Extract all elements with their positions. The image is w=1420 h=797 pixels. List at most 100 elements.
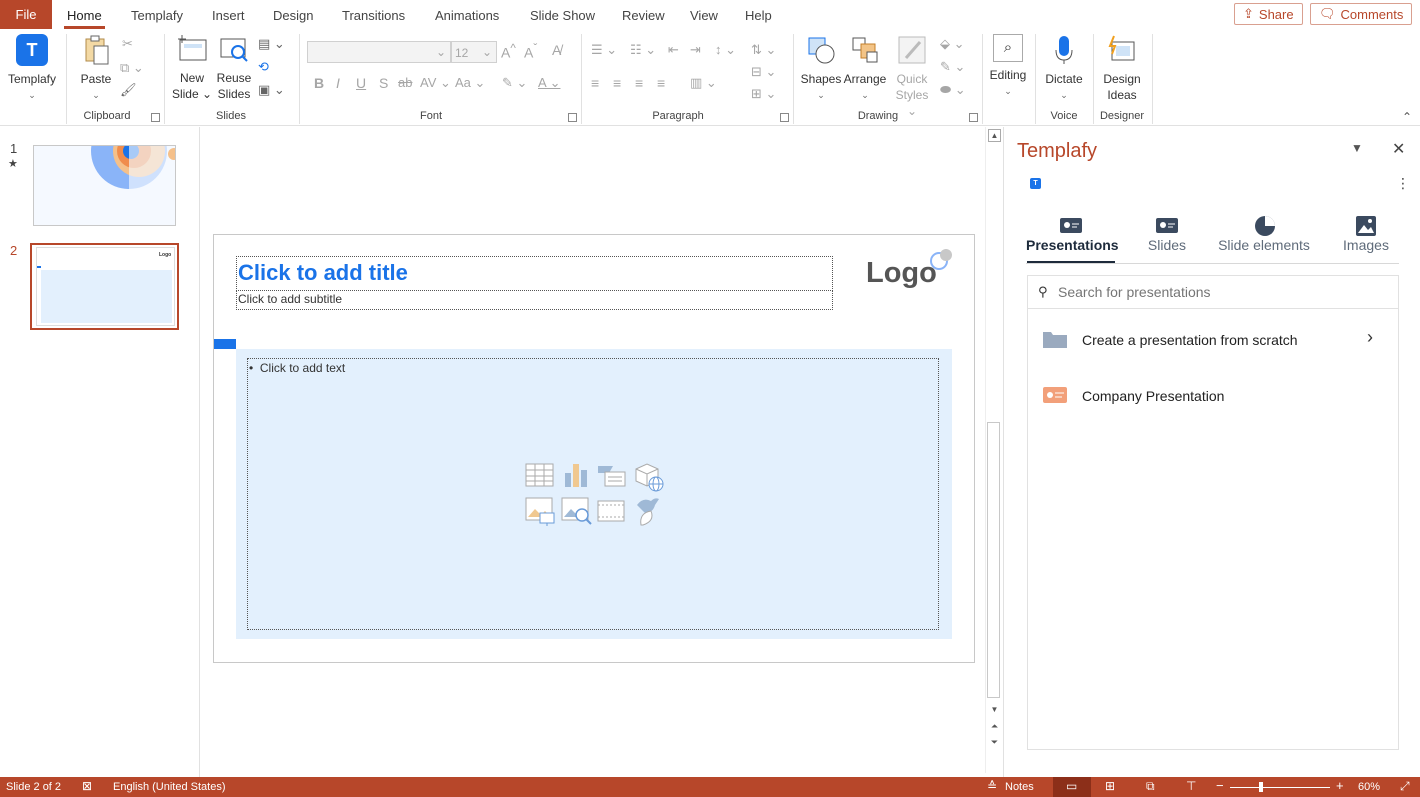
scroll-down-icon[interactable]: ▼	[988, 704, 1001, 717]
pane-options-chevron-icon[interactable]: ▼	[1351, 141, 1363, 155]
shrink-font-icon[interactable]: Aˇ	[524, 42, 537, 61]
font-color-icon[interactable]: A ⌄	[538, 75, 560, 91]
insert-smartart-icon[interactable]	[597, 461, 627, 489]
scroll-up-icon[interactable]: ▲	[988, 129, 1001, 142]
close-icon[interactable]: ✕	[1392, 139, 1405, 159]
dictate-button[interactable]: Dictate ⌄	[1042, 34, 1086, 103]
zoom-slider-thumb[interactable]	[1259, 782, 1263, 792]
layout-icon[interactable]: ▤ ⌄	[258, 36, 285, 52]
increase-indent-icon[interactable]: ⇥	[690, 42, 701, 58]
shadow-icon[interactable]: S	[379, 75, 388, 91]
dialog-launcher-icon[interactable]	[151, 113, 160, 122]
copy-icon[interactable]: ⧉ ⌄	[120, 60, 144, 76]
zoom-out-icon[interactable]: −	[1216, 778, 1224, 793]
comments-button[interactable]: 🗨 Comments	[1310, 3, 1413, 25]
editing-button[interactable]: ⌕ Editing ⌄	[986, 34, 1030, 99]
justify-icon[interactable]: ≡	[657, 75, 665, 91]
language-indicator[interactable]: English (United States)	[113, 781, 226, 793]
align-text-icon[interactable]: ⊟ ⌄	[751, 64, 776, 80]
scrollbar-thumb[interactable]	[987, 422, 1000, 698]
shape-effects-icon[interactable]: ⬬ ⌄	[940, 82, 966, 98]
search-input[interactable]	[1058, 281, 1388, 303]
shape-outline-icon[interactable]: ✎ ⌄	[940, 59, 965, 75]
shape-fill-icon[interactable]: ⬙ ⌄	[940, 36, 965, 52]
insert-table-icon[interactable]	[525, 461, 555, 489]
arrange-button[interactable]: Arrange ⌄	[843, 34, 887, 103]
character-spacing-icon[interactable]: AV ⌄	[420, 75, 451, 91]
tab-home[interactable]: Home	[64, 0, 105, 30]
templafy-ribbon-button[interactable]: T Templafy ⌄	[6, 34, 58, 103]
italic-icon[interactable]: I	[336, 75, 340, 91]
tab-design[interactable]: Design	[273, 0, 313, 30]
tab-insert[interactable]: Insert	[212, 0, 245, 30]
collapse-ribbon-icon[interactable]: ⌃	[1402, 110, 1412, 124]
tab-review[interactable]: Review	[622, 0, 665, 30]
tab-view[interactable]: View	[690, 0, 718, 30]
grow-font-icon[interactable]: A^	[501, 42, 516, 61]
slide-thumbnail-1[interactable]	[33, 145, 176, 226]
columns-icon[interactable]: ▥ ⌄	[690, 75, 717, 91]
bold-icon[interactable]: B	[314, 75, 324, 91]
section-icon[interactable]: ▣ ⌄	[258, 82, 285, 98]
font-name-dropdown[interactable]: ⌄	[307, 41, 451, 63]
reset-icon[interactable]: ⟲	[258, 59, 269, 75]
list-item[interactable]: Company Presentation	[1028, 377, 1398, 413]
underline-icon[interactable]: U	[356, 75, 366, 91]
previous-slide-icon[interactable]: ⏶	[988, 721, 1001, 734]
zoom-slider[interactable]	[1230, 787, 1330, 788]
content-placeholder[interactable]: • Click to add text	[247, 358, 939, 630]
dialog-launcher-icon[interactable]	[969, 113, 978, 122]
font-size-dropdown[interactable]: 12 ⌄	[451, 41, 497, 63]
dialog-launcher-icon[interactable]	[568, 113, 577, 122]
vertical-scrollbar[interactable]: ▲ ▼ ⏶ ⏷	[985, 127, 1002, 773]
paste-button[interactable]: Paste ⌄	[76, 34, 116, 103]
design-ideas-button[interactable]: Design Ideas	[1098, 34, 1146, 103]
tab-slide-elements[interactable]: Slide elements	[1214, 237, 1314, 253]
align-right-icon[interactable]: ≡	[635, 75, 643, 91]
tab-slide-show[interactable]: Slide Show	[530, 0, 595, 30]
insert-3d-model-icon[interactable]	[633, 461, 665, 493]
insert-online-picture-icon[interactable]	[561, 497, 593, 527]
insert-chart-icon[interactable]	[562, 461, 592, 489]
accessibility-icon[interactable]: ⊠	[82, 779, 92, 793]
tab-animations[interactable]: Animations	[435, 0, 499, 30]
bullets-icon[interactable]: ☰ ⌄	[591, 42, 617, 58]
slide-show-icon[interactable]: ⊤	[1186, 779, 1196, 793]
align-left-icon[interactable]: ≡	[591, 75, 599, 91]
search-box[interactable]: ⚲	[1028, 276, 1398, 309]
dialog-launcher-icon[interactable]	[780, 113, 789, 122]
reading-view-icon[interactable]: ⧉	[1146, 779, 1155, 794]
decrease-indent-icon[interactable]: ⇤	[668, 42, 679, 58]
zoom-level[interactable]: 60%	[1358, 781, 1380, 793]
tab-help[interactable]: Help	[745, 0, 772, 30]
more-options-icon[interactable]: ⋮	[1396, 175, 1410, 192]
highlight-icon[interactable]: ✎ ⌄	[502, 75, 527, 91]
slide-thumbnail-2[interactable]: Logo	[30, 243, 179, 330]
strikethrough-icon[interactable]: ab	[398, 75, 412, 90]
cut-icon[interactable]: ✂	[122, 36, 133, 52]
notes-button[interactable]: Notes	[1005, 781, 1034, 793]
zoom-in-icon[interactable]: +	[1336, 778, 1344, 793]
line-spacing-icon[interactable]: ↕ ⌄	[715, 42, 736, 58]
next-slide-icon[interactable]: ⏷	[988, 737, 1001, 750]
normal-view-button[interactable]: ▭	[1053, 777, 1091, 797]
tab-presentations[interactable]: Presentations	[1026, 237, 1119, 253]
insert-icons-icon[interactable]	[633, 495, 663, 527]
tab-transitions[interactable]: Transitions	[342, 0, 405, 30]
subtitle-placeholder[interactable]: Click to add subtitle	[236, 290, 833, 310]
list-item[interactable]: Create a presentation from scratch ›	[1028, 321, 1398, 357]
change-case-icon[interactable]: Aa ⌄	[455, 75, 485, 91]
numbering-icon[interactable]: ☷ ⌄	[630, 42, 656, 58]
shapes-button[interactable]: Shapes ⌄	[800, 34, 842, 103]
tab-images[interactable]: Images	[1338, 237, 1394, 253]
fit-to-window-icon[interactable]: ⤢	[1400, 779, 1410, 794]
share-button[interactable]: ⇪ Share	[1234, 3, 1303, 25]
tab-slides[interactable]: Slides	[1142, 237, 1192, 253]
insert-video-icon[interactable]	[597, 499, 627, 525]
quick-styles-button[interactable]: Quick Styles ⌄	[889, 34, 935, 119]
align-center-icon[interactable]: ≡	[613, 75, 621, 91]
tab-file[interactable]: File	[0, 0, 52, 29]
smartart-icon[interactable]: ⊞ ⌄	[751, 86, 776, 102]
new-slide-button[interactable]: New Slide ⌄	[170, 34, 214, 102]
format-painter-icon[interactable]: 🖌	[120, 82, 137, 98]
